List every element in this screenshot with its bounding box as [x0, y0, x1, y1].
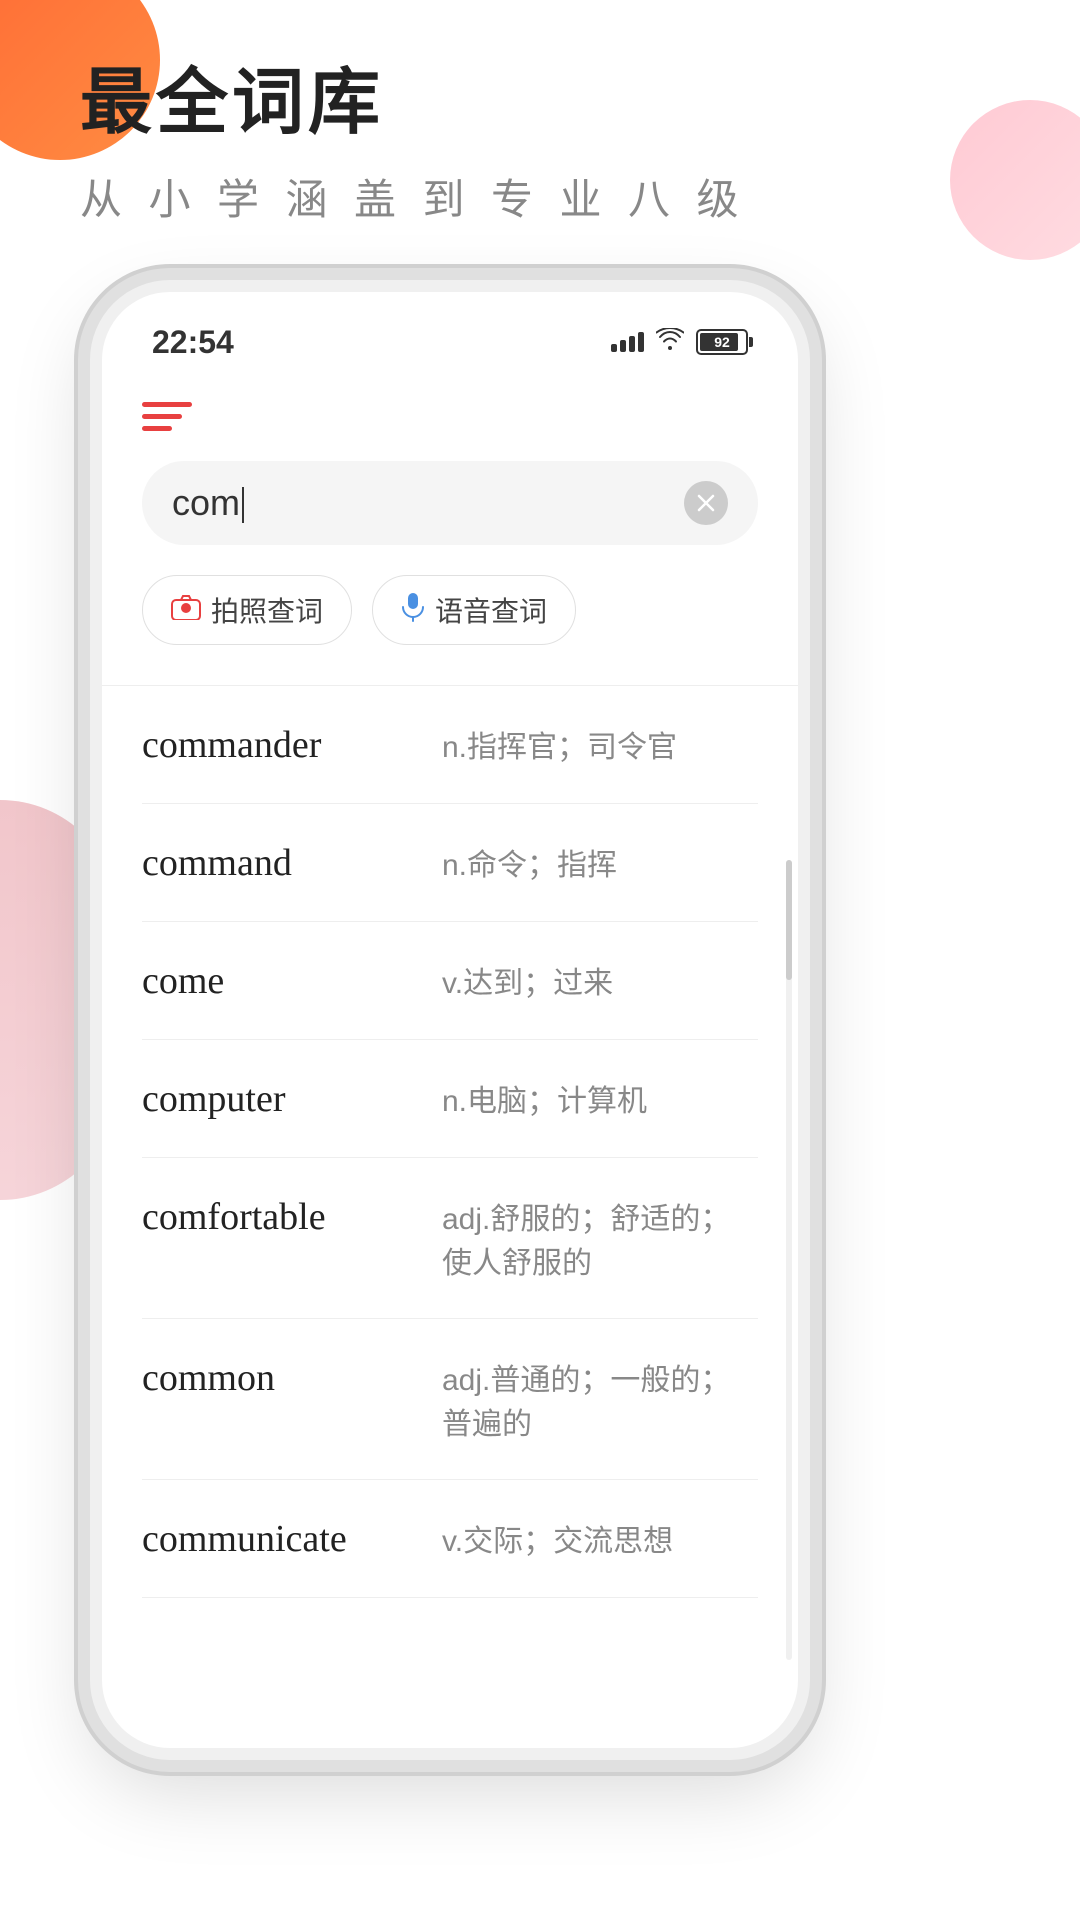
photo-search-label: 拍照查词: [211, 590, 323, 630]
word-chinese: v.交际；交流思想: [442, 1516, 758, 1560]
voice-search-button[interactable]: 语音查词: [372, 575, 576, 645]
search-input[interactable]: com: [172, 482, 684, 524]
word-item[interactable]: commander n.指挥官；司令官: [142, 686, 758, 804]
word-list: commander n.指挥官；司令官 command n.命令；指挥 come v.达到…: [142, 686, 758, 1598]
hamburger-line-3: [142, 426, 172, 431]
hamburger-menu-button[interactable]: [142, 402, 192, 431]
scrollbar[interactable]: [786, 860, 792, 1660]
word-english: common: [142, 1356, 422, 1400]
main-title: 最全词库: [80, 60, 747, 146]
camera-icon: [171, 594, 201, 627]
word-chinese: n.命令；指挥: [442, 840, 758, 884]
microphone-icon: [401, 592, 425, 629]
word-english: computer: [142, 1077, 422, 1121]
voice-search-label: 语音查词: [435, 590, 547, 630]
word-item[interactable]: command n.命令；指挥: [142, 804, 758, 922]
status-bar: 22:54: [102, 292, 798, 372]
scrollbar-thumb: [786, 860, 792, 980]
search-bar[interactable]: com: [142, 461, 758, 545]
status-time: 22:54: [152, 324, 234, 361]
word-chinese: adj.普通的；一般的；普遍的: [442, 1355, 758, 1443]
sub-title: 从 小 学 涵 盖 到 专 业 八 级: [80, 166, 747, 227]
signal-icon: [611, 332, 644, 352]
battery-icon: 92: [696, 329, 748, 355]
hamburger-line-2: [142, 414, 182, 419]
phone-mockup: 22:54: [90, 280, 810, 1760]
wifi-icon: [656, 328, 684, 356]
app-content: com: [102, 372, 798, 1608]
pink-decoration: [950, 100, 1080, 260]
word-english: comfortable: [142, 1195, 422, 1239]
action-buttons: 拍照查词 语音查词: [142, 575, 758, 645]
photo-search-button[interactable]: 拍照查词: [142, 575, 352, 645]
word-english: communicate: [142, 1517, 422, 1561]
word-chinese: v.达到；过来: [442, 958, 758, 1002]
word-item[interactable]: computer n.电脑；计算机: [142, 1040, 758, 1158]
word-chinese: n.电脑；计算机: [442, 1076, 758, 1120]
word-item[interactable]: comfortable adj.舒服的；舒适的；使人舒服的: [142, 1158, 758, 1319]
word-english: command: [142, 841, 422, 885]
status-icons: 92: [611, 328, 748, 356]
word-item[interactable]: come v.达到；过来: [142, 922, 758, 1040]
header-section: 最全词库 从 小 学 涵 盖 到 专 业 八 级: [80, 60, 747, 227]
clear-button[interactable]: [684, 481, 728, 525]
word-item[interactable]: communicate v.交际；交流思想: [142, 1480, 758, 1598]
word-item[interactable]: common adj.普通的；一般的；普遍的: [142, 1319, 758, 1480]
word-chinese: n.指挥官；司令官: [442, 722, 758, 766]
hamburger-line-1: [142, 402, 192, 407]
phone-inner: 22:54: [102, 292, 798, 1748]
word-english: come: [142, 959, 422, 1003]
word-chinese: adj.舒服的；舒适的；使人舒服的: [442, 1194, 758, 1282]
word-english: commander: [142, 723, 422, 767]
